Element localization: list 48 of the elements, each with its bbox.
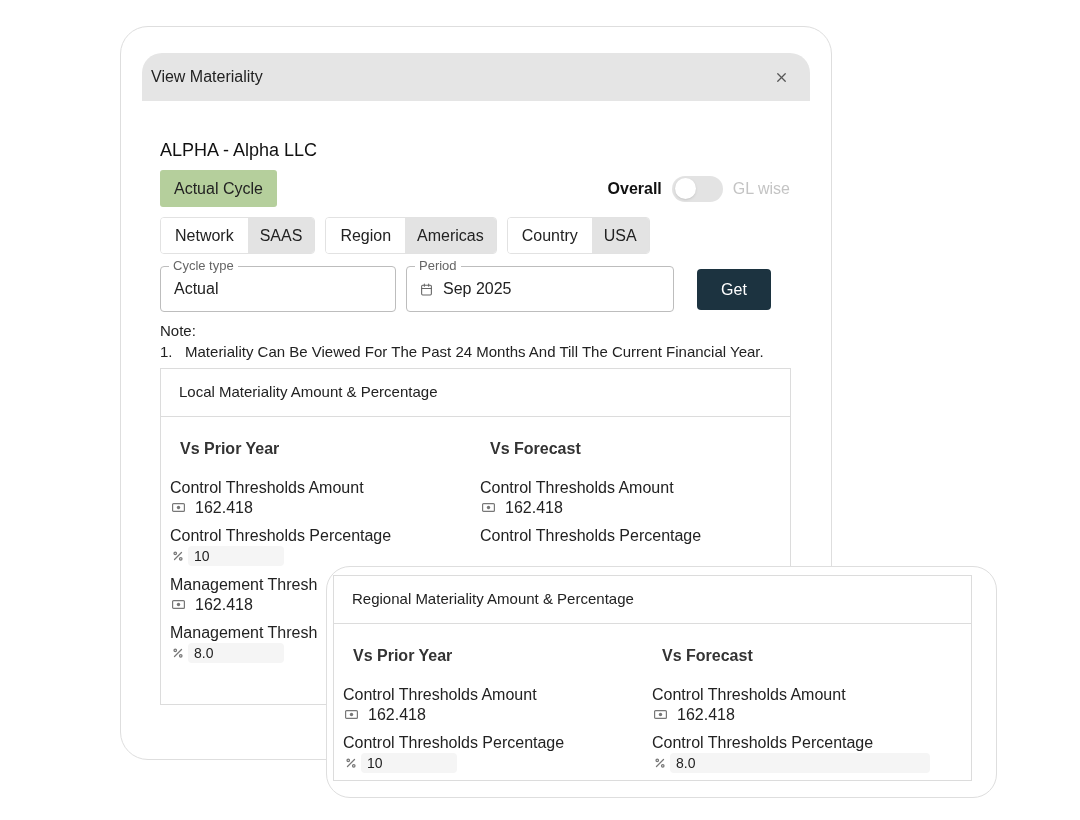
percent-icon — [654, 757, 666, 769]
column-heading: Vs Forecast — [489, 439, 582, 459]
banknote-icon — [172, 600, 185, 609]
amount-value: 162.418 — [195, 595, 253, 614]
panel-title: Local Materiality Amount & Percentage — [179, 382, 438, 403]
metric-label: Control Thresholds Amount — [652, 685, 847, 705]
percent-value-field: 8.0 — [188, 643, 284, 663]
percent-value-field: 10 — [188, 546, 284, 566]
column-heading: Vs Forecast — [661, 646, 754, 666]
toggle-label: Overall — [607, 178, 662, 199]
percent-value-field: 10 — [361, 753, 457, 773]
note-heading: Note: — [160, 321, 197, 341]
metric-label: Control Thresholds Percentage — [170, 526, 393, 546]
metric-label: Control Thresholds Percentage — [652, 733, 875, 753]
percent-icon — [345, 757, 357, 769]
amount-value: 162.418 — [677, 705, 735, 724]
banknote-icon — [345, 710, 358, 719]
filter-value: USA — [591, 218, 649, 253]
column-heading: Vs Prior Year — [352, 646, 454, 666]
note-text: 1. Materiality Can Be Viewed For The Past 24 Months And Till The Current Financial Year. — [160, 342, 765, 362]
filter-value: SAAS — [247, 218, 315, 253]
filter-value: Americas — [405, 218, 496, 253]
view-switch[interactable] — [671, 175, 723, 202]
percent-icon — [172, 647, 184, 659]
calendar-icon — [420, 282, 433, 296]
cycle-badge: Actual Cycle — [160, 170, 277, 207]
panel-title: Regional Materiality Amount & Percentage — [352, 589, 634, 610]
metric-label: Control Thresholds Amount — [170, 478, 365, 498]
percent-icon — [172, 550, 184, 562]
amount-value: 162.418 — [505, 498, 563, 517]
metric-label: Control Thresholds Amount — [343, 685, 538, 705]
metric-label: Control Thresholds Percentage — [480, 526, 703, 546]
banknote-icon — [654, 710, 667, 719]
banknote-icon — [482, 503, 495, 512]
banknote-icon — [172, 503, 185, 512]
percent-value-field: 8.0 — [670, 753, 930, 773]
field-label: Cycle type — [169, 258, 238, 274]
entity-name: ALPHA - Alpha LLC — [160, 139, 319, 161]
metric-label: Management Thresh — [170, 623, 319, 643]
metric-label: Control Thresholds Amount — [480, 478, 675, 498]
column-heading: Vs Prior Year — [179, 439, 281, 459]
amount-value: 162.418 — [368, 705, 426, 724]
metric-label: Management Thresh — [170, 575, 319, 595]
toggle-label: GL wise — [732, 178, 790, 199]
metric-label: Control Thresholds Percentage — [343, 733, 566, 753]
get-button[interactable]: Get — [697, 269, 771, 310]
dialog-title: View Materiality — [151, 67, 263, 87]
amount-value: 162.418 — [195, 498, 253, 517]
